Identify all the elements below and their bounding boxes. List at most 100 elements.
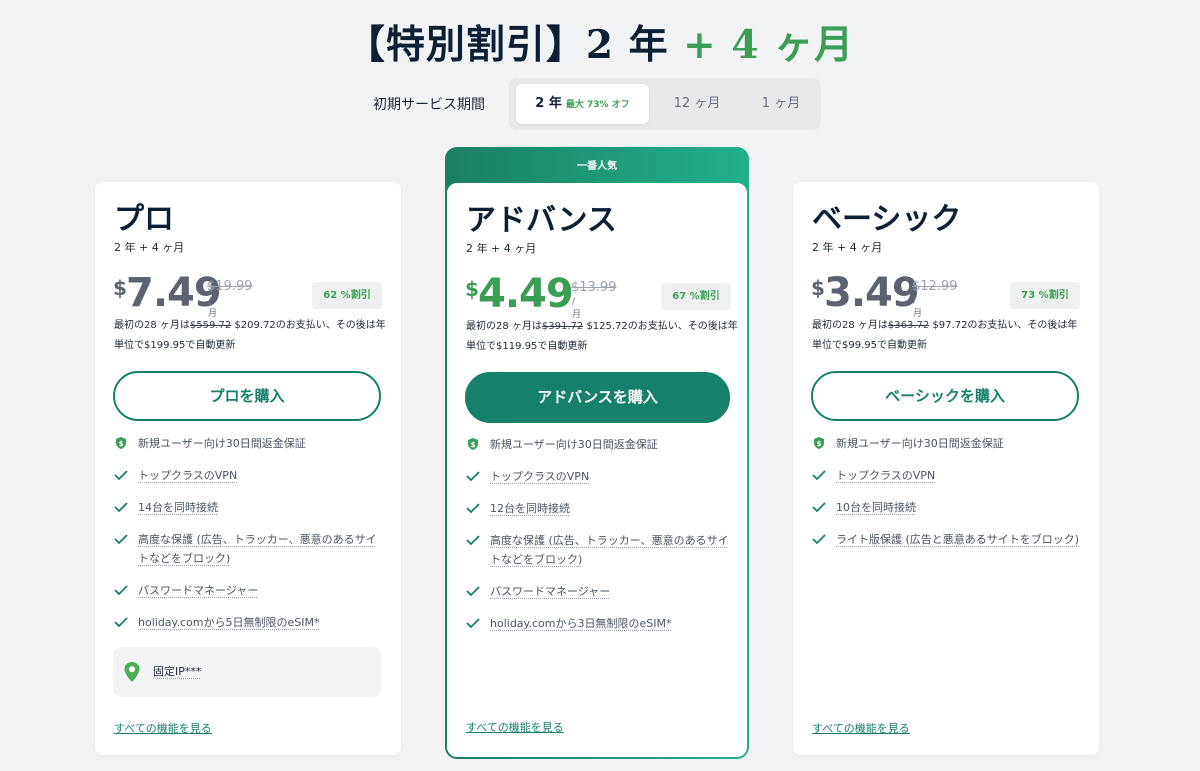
billing-note: 最初の28 ヶ月は$363.72 $97.72のお支払い、その後は年単位で$99… — [812, 316, 1084, 356]
plan-name: ベーシック — [812, 202, 962, 237]
most-popular-ribbon: 一番人気 — [577, 161, 617, 172]
list-item: トップクラスのVPN — [466, 467, 738, 486]
list-item: $ 新規ユーザー向け30日間返金保証 — [114, 434, 386, 453]
plan-name: プロ — [114, 202, 174, 237]
feature-text[interactable]: トップクラスのVPN — [138, 469, 237, 482]
period-label: 初期サービス期間 — [373, 97, 485, 113]
shield-icon: $ — [116, 437, 126, 449]
see-all-features-link[interactable]: すべての機能を見る — [114, 720, 212, 736]
feature-text[interactable]: holiday.comから3日無制限のeSIM* — [490, 617, 671, 630]
title-accent: + 4 ヶ月 — [683, 22, 855, 68]
feature-text[interactable]: 12台を同時接続 — [490, 502, 570, 515]
feature-list: $ 新規ユーザー向け30日間返金保証 トップクラスのVPN 12台を同時接続 高… — [466, 435, 738, 646]
see-all-features-link[interactable]: すべての機能を見る — [466, 719, 564, 735]
list-item: 12台を同時接続 — [466, 499, 738, 518]
shield-icon: $ — [468, 438, 478, 450]
buy-advanced-button[interactable]: アドバンスを購入 — [465, 372, 730, 423]
discount-tag: 67 %割引 — [661, 283, 731, 310]
monthly-price: 4.49 — [478, 271, 574, 317]
currency-symbol: $ — [811, 276, 825, 300]
feature-text[interactable]: パスワードマネージャー — [138, 584, 258, 597]
period-option-1m[interactable]: 1 ヶ月 — [745, 84, 817, 124]
feature-text[interactable]: トップクラスのVPN — [490, 470, 589, 483]
check-icon — [466, 471, 480, 482]
check-icon — [114, 585, 128, 596]
billing-strike: $363.72 — [887, 320, 930, 331]
check-icon — [114, 617, 128, 628]
feature-text: 新規ユーザー向け30日間返金保証 — [490, 438, 658, 451]
billing-note: 最初の28 ヶ月は$391.72 $125.72のお支払い、その後は年単位で$1… — [466, 317, 738, 357]
static-ip-box: 固定IP*** — [113, 647, 381, 697]
billing-strike: $391.72 — [541, 321, 584, 332]
list-item: holiday.comから3日無制限のeSIM* — [466, 614, 738, 633]
feature-text[interactable]: 10台を同時接続 — [836, 501, 916, 514]
svg-text:$: $ — [817, 440, 822, 448]
monthly-price: 3.49 — [824, 270, 920, 316]
check-icon — [114, 502, 128, 513]
feature-text[interactable]: holiday.comから5日無制限のeSIM* — [138, 616, 319, 629]
list-item: $ 新規ユーザー向け30日間返金保証 — [466, 435, 738, 454]
feature-text: 新規ユーザー向け30日間返金保証 — [836, 437, 1004, 450]
see-all-features-link[interactable]: すべての機能を見る — [812, 720, 910, 736]
list-item: トップクラスのVPN — [812, 466, 1084, 485]
check-icon — [466, 535, 480, 546]
feature-text[interactable]: 高度な保護 (広告、トラッカー、悪意のあるサイトなどをブロック) — [490, 534, 729, 566]
plan-term: 2 年 + 4 ヶ月 — [812, 241, 883, 254]
check-icon — [812, 534, 826, 545]
period-switch: 2 年最大 73% オフ 12 ヶ月 1 ヶ月 — [509, 78, 821, 130]
list-item: トップクラスのVPN — [114, 466, 386, 485]
shield-icon: $ — [814, 437, 824, 449]
list-item: $ 新規ユーザー向け30日間返金保証 — [812, 434, 1084, 453]
check-icon — [114, 470, 128, 481]
feature-list: $ 新規ユーザー向け30日間返金保証 トップクラスのVPN 14台を同時接続 高… — [114, 434, 386, 645]
list-item: パスワードマネージャー — [114, 581, 386, 600]
plan-card-advanced: 一番人気 アドバンス 2 年 + 4 ヶ月 $ 4.49 $13.99 /月 6… — [445, 147, 749, 759]
buy-basic-button[interactable]: ベーシックを購入 — [811, 371, 1079, 421]
check-icon — [812, 502, 826, 513]
billing-prefix: 最初の28 ヶ月は — [812, 320, 888, 331]
page-title: 【特別割引】2 年 + 4 ヶ月 — [0, 14, 1200, 70]
feature-text[interactable]: パスワードマネージャー — [490, 585, 610, 598]
original-price: $13.99 — [571, 280, 617, 295]
billing-prefix: 最初の28 ヶ月は — [466, 321, 542, 332]
check-icon — [812, 470, 826, 481]
list-item: 10台を同時接続 — [812, 498, 1084, 517]
discount-tag: 62 %割引 — [312, 282, 382, 309]
discount-badge: 最大 73% オフ — [565, 100, 630, 110]
billing-prefix: 最初の28 ヶ月は — [114, 320, 190, 331]
list-item: 高度な保護 (広告、トラッカー、悪意のあるサイトなどをブロック) — [466, 531, 738, 569]
check-icon — [114, 534, 128, 545]
svg-text:$: $ — [471, 441, 476, 449]
plan-card-pro: プロ 2 年 + 4 ヶ月 $ 7.49 $19.99 /月 62 %割引 最初… — [95, 182, 401, 755]
billing-note: 最初の28 ヶ月は$559.72 $209.72のお支払い、その後は年単位で$1… — [114, 316, 386, 356]
period-option-2y[interactable]: 2 年最大 73% オフ — [516, 84, 649, 124]
list-item: ライト版保護 (広告と悪意あるサイトをブロック) — [812, 530, 1084, 549]
original-price: $19.99 — [207, 279, 253, 294]
svg-text:$: $ — [119, 440, 124, 448]
plan-term: 2 年 + 4 ヶ月 — [114, 241, 185, 254]
title-main: 【特別割引】2 年 — [345, 22, 669, 68]
plan-card-basic: ベーシック 2 年 + 4 ヶ月 $ 3.49 $12.99 /月 73 %割引… — [793, 182, 1099, 755]
list-item: 14台を同時接続 — [114, 498, 386, 517]
plan-name: アドバンス — [466, 203, 617, 238]
check-icon — [466, 618, 480, 629]
currency-symbol: $ — [113, 276, 127, 300]
original-price: $12.99 — [912, 279, 958, 294]
feature-text[interactable]: 14台を同時接続 — [138, 501, 218, 514]
billing-strike: $559.72 — [189, 320, 232, 331]
feature-text[interactable]: 高度な保護 (広告、トラッカー、悪意のあるサイトなどをブロック) — [138, 533, 377, 565]
period-option-12m[interactable]: 12 ヶ月 — [659, 84, 735, 124]
list-item: 高度な保護 (広告、トラッカー、悪意のあるサイトなどをブロック) — [114, 530, 386, 568]
check-icon — [466, 586, 480, 597]
plan-term: 2 年 + 4 ヶ月 — [466, 242, 537, 255]
static-ip-label[interactable]: 固定IP*** — [153, 663, 201, 679]
discount-tag: 73 %割引 — [1010, 282, 1080, 309]
feature-text[interactable]: ライト版保護 (広告と悪意あるサイトをブロック) — [836, 533, 1079, 546]
feature-text[interactable]: トップクラスのVPN — [836, 469, 935, 482]
currency-symbol: $ — [465, 277, 479, 301]
buy-pro-button[interactable]: プロを購入 — [113, 371, 381, 421]
period-option-label: 2 年 — [535, 96, 562, 111]
list-item: パスワードマネージャー — [466, 582, 738, 601]
list-item: holiday.comから5日無制限のeSIM* — [114, 613, 386, 632]
feature-list: $ 新規ユーザー向け30日間返金保証 トップクラスのVPN 10台を同時接続 ラ… — [812, 434, 1084, 562]
